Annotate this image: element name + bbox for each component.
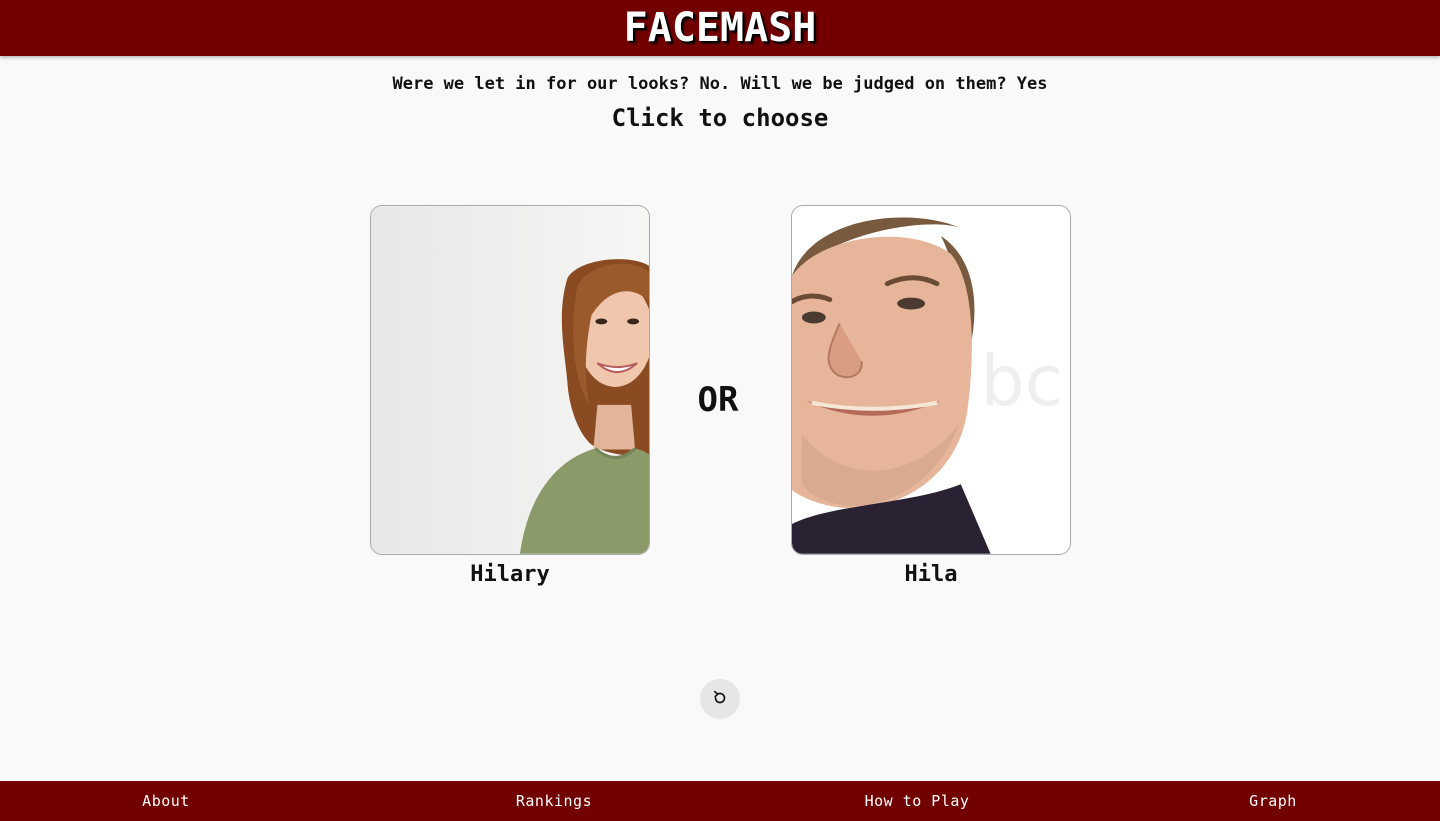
contestant-photo-left[interactable] bbox=[370, 205, 650, 555]
woman-portrait-image bbox=[371, 206, 649, 554]
man-portrait-image: bc bbox=[792, 206, 1070, 554]
refresh-icon bbox=[711, 689, 729, 710]
contestant-photo-right[interactable]: bc bbox=[791, 205, 1071, 555]
footer-nav: About Rankings How to Play Graph bbox=[0, 781, 1440, 821]
contestant-name-left: Hilary bbox=[470, 562, 550, 587]
instruction-heading: Click to choose bbox=[611, 104, 829, 132]
versus-label: OR bbox=[697, 380, 739, 420]
footer-link-about[interactable]: About bbox=[142, 781, 190, 821]
footer-link-how-to-play[interactable]: How to Play bbox=[865, 781, 970, 821]
site-title: FACEMASH bbox=[623, 5, 817, 51]
contestant-name-right: Hila bbox=[904, 562, 958, 587]
svg-text:bc: bc bbox=[981, 341, 1063, 422]
footer-link-graph[interactable]: Graph bbox=[1249, 781, 1297, 821]
reset-button[interactable] bbox=[700, 679, 740, 719]
tagline: Were we let in for our looks? No. Will w… bbox=[392, 74, 1048, 94]
top-bar: FACEMASH bbox=[0, 0, 1440, 56]
footer-link-rankings[interactable]: Rankings bbox=[516, 781, 592, 821]
